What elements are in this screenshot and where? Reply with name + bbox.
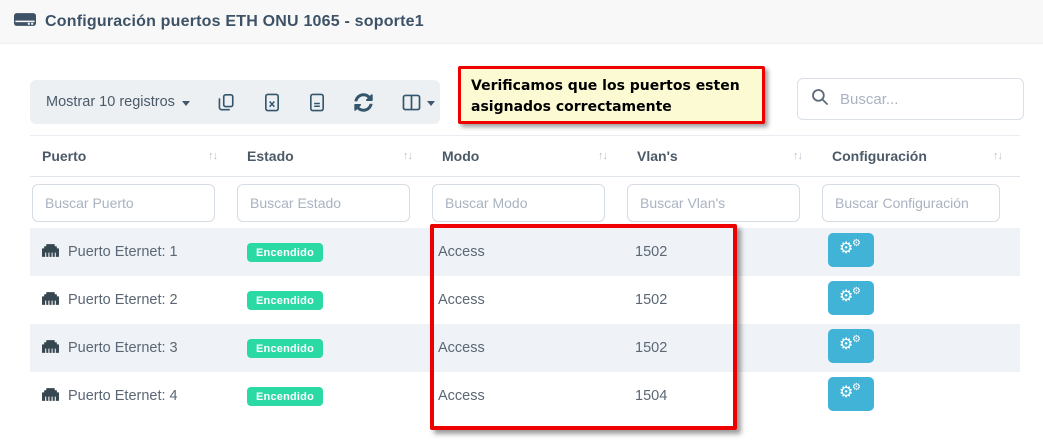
- sort-icon: ↑↓: [993, 150, 1002, 162]
- config-button[interactable]: ⚙⚙: [828, 377, 874, 411]
- ethernet-icon: [42, 290, 59, 311]
- table-filter-row: [30, 177, 1020, 228]
- page-header: Configuración puertos ETH ONU 1065 - sop…: [0, 0, 1043, 44]
- filter-input-vlans[interactable]: [627, 184, 800, 222]
- mode-value: Access: [430, 340, 625, 356]
- refresh-button[interactable]: [354, 93, 373, 112]
- port-label: Puerto Eternet: 3: [68, 340, 178, 356]
- ethernet-icon: [42, 338, 59, 359]
- config-button[interactable]: ⚙⚙: [828, 281, 874, 315]
- gears-icon: ⚙: [852, 287, 861, 297]
- search-icon: [811, 88, 829, 111]
- gears-icon: ⚙: [852, 383, 861, 393]
- columns-icon: [402, 94, 421, 111]
- file-icon: [309, 93, 325, 112]
- column-header-estado[interactable]: Estado ↑↓: [235, 148, 430, 164]
- annotation-text: Verificamos que los puertos esten asigna…: [471, 78, 740, 115]
- excel-export-button[interactable]: [264, 93, 280, 112]
- file-export-button[interactable]: [309, 93, 325, 112]
- table-row: Puerto Eternet: 4 Encendido Access 1504 …: [30, 372, 1020, 420]
- ports-table: Puerto ↑↓ Estado ↑↓ Modo ↑↓ Vlan's ↑↓ Co…: [30, 135, 1020, 420]
- table-header-row: Puerto ↑↓ Estado ↑↓ Modo ↑↓ Vlan's ↑↓ Co…: [30, 135, 1020, 177]
- ethernet-icon: [42, 242, 59, 263]
- table-toolbar: Mostrar 10 registros: [30, 80, 440, 124]
- status-badge: Encendido: [247, 291, 323, 310]
- search-box: [797, 78, 1024, 120]
- mode-value: Access: [430, 292, 625, 308]
- filter-input-estado[interactable]: [237, 184, 410, 222]
- mode-value: Access: [430, 388, 625, 404]
- chevron-down-icon: [427, 101, 435, 106]
- config-button[interactable]: ⚙⚙: [828, 233, 874, 267]
- annotation-note: Verificamos que los puertos esten asigna…: [458, 66, 765, 124]
- column-header-puerto[interactable]: Puerto ↑↓: [30, 148, 235, 164]
- column-visibility-button[interactable]: [402, 94, 435, 111]
- vlan-value: 1502: [625, 340, 820, 356]
- refresh-icon: [354, 93, 373, 112]
- column-header-vlans[interactable]: Vlan's ↑↓: [625, 148, 820, 164]
- show-entries-dropdown[interactable]: Mostrar 10 registros: [46, 94, 190, 110]
- table-row: Puerto Eternet: 1 Encendido Access 1502 …: [30, 228, 1020, 276]
- sort-icon: ↑↓: [403, 150, 412, 162]
- port-label: Puerto Eternet: 2: [68, 292, 178, 308]
- port-label: Puerto Eternet: 4: [68, 388, 178, 404]
- device-icon: [14, 11, 36, 33]
- port-label: Puerto Eternet: 1: [68, 244, 178, 260]
- sort-icon: ↑↓: [793, 150, 802, 162]
- filter-input-puerto[interactable]: [32, 184, 215, 222]
- show-entries-label: Mostrar 10 registros: [46, 94, 175, 110]
- sort-icon: ↑↓: [208, 150, 217, 162]
- excel-icon: [264, 93, 280, 112]
- sort-icon: ↑↓: [598, 150, 607, 162]
- gears-icon: ⚙: [852, 335, 861, 345]
- vlan-value: 1504: [625, 388, 820, 404]
- status-badge: Encendido: [247, 339, 323, 358]
- status-badge: Encendido: [247, 243, 323, 262]
- gears-icon: ⚙: [852, 239, 861, 249]
- chevron-down-icon: [182, 101, 190, 106]
- filter-input-configuracion[interactable]: [822, 184, 1000, 222]
- vlan-value: 1502: [625, 244, 820, 260]
- column-header-configuracion[interactable]: Configuración ↑↓: [820, 148, 1020, 164]
- mode-value: Access: [430, 244, 625, 260]
- table-row: Puerto Eternet: 3 Encendido Access 1502 …: [30, 324, 1020, 372]
- ethernet-icon: [42, 386, 59, 407]
- table-row: Puerto Eternet: 2 Encendido Access 1502 …: [30, 276, 1020, 324]
- vlan-value: 1502: [625, 292, 820, 308]
- status-badge: Encendido: [247, 387, 323, 406]
- config-button[interactable]: ⚙⚙: [828, 329, 874, 363]
- column-header-modo[interactable]: Modo ↑↓: [430, 148, 625, 164]
- copy-icon: [217, 93, 235, 112]
- filter-input-modo[interactable]: [432, 184, 605, 222]
- page-title: Configuración puertos ETH ONU 1065 - sop…: [45, 13, 424, 31]
- search-input[interactable]: [840, 91, 1039, 108]
- copy-button[interactable]: [217, 93, 235, 112]
